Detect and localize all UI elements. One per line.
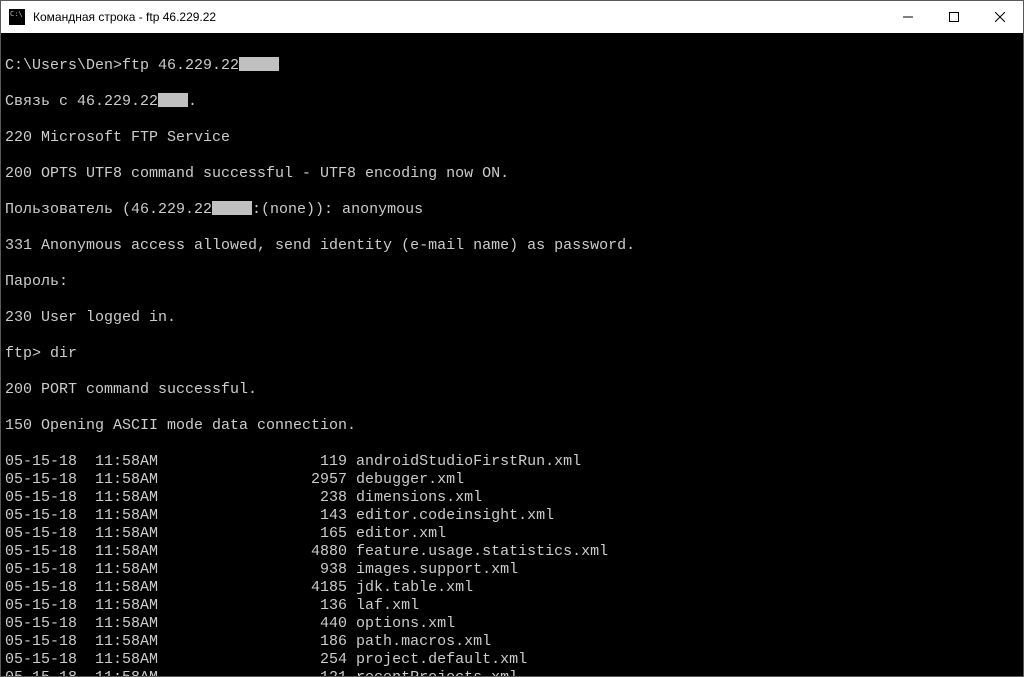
minimize-button[interactable] [885,1,931,32]
file-row: 05-15-18 11:58AM 238 dimensions.xml [5,489,1019,507]
cmd-icon [9,9,25,25]
window-controls [885,1,1023,33]
close-icon [995,12,1005,22]
output-line: 200 OPTS UTF8 command successful - UTF8 … [5,165,1019,183]
file-row: 05-15-18 11:58AM 4185 jdk.table.xml [5,579,1019,597]
output-line: 220 Microsoft FTP Service [5,129,1019,147]
file-row: 05-15-18 11:58AM 121 recentProjects.xml [5,669,1019,676]
output-line: 150 Opening ASCII mode data connection. [5,417,1019,435]
file-row: 05-15-18 11:58AM 119 androidStudioFirstR… [5,453,1019,471]
window-title: Командная строка - ftp 46.229.22 [33,10,885,24]
file-row: 05-15-18 11:58AM 4880 feature.usage.stat… [5,543,1019,561]
output-line: Пароль: [5,273,1019,291]
prompt-line: C:\Users\Den>ftp 46.229.22 [5,57,1019,75]
file-row: 05-15-18 11:58AM 254 project.default.xml [5,651,1019,669]
file-row: 05-15-18 11:58AM 440 options.xml [5,615,1019,633]
minimize-icon [903,12,913,22]
file-row: 05-15-18 11:58AM 186 path.macros.xml [5,633,1019,651]
redacted-block [239,57,279,71]
output-line: 331 Anonymous access allowed, send ident… [5,237,1019,255]
file-row: 05-15-18 11:58AM 136 laf.xml [5,597,1019,615]
maximize-icon [949,12,959,22]
output-line: 230 User logged in. [5,309,1019,327]
output-line: ftp> dir [5,345,1019,363]
titlebar[interactable]: Командная строка - ftp 46.229.22 [1,1,1023,33]
redacted-block [212,201,252,215]
file-listing: 05-15-18 11:58AM 119 androidStudioFirstR… [5,453,1019,676]
output-line: 200 PORT command successful. [5,381,1019,399]
close-button[interactable] [977,1,1023,32]
output-line: Пользователь (46.229.22:(none)): anonymo… [5,201,1019,219]
redacted-block [158,93,188,107]
file-row: 05-15-18 11:58AM 938 images.support.xml [5,561,1019,579]
maximize-button[interactable] [931,1,977,32]
terminal-output[interactable]: C:\Users\Den>ftp 46.229.22 Связь с 46.22… [1,33,1023,676]
file-row: 05-15-18 11:58AM 165 editor.xml [5,525,1019,543]
cmd-window: Командная строка - ftp 46.229.22 C:\User… [0,0,1024,677]
file-row: 05-15-18 11:58AM 143 editor.codeinsight.… [5,507,1019,525]
file-row: 05-15-18 11:58AM 2957 debugger.xml [5,471,1019,489]
output-line: Связь с 46.229.22. [5,93,1019,111]
